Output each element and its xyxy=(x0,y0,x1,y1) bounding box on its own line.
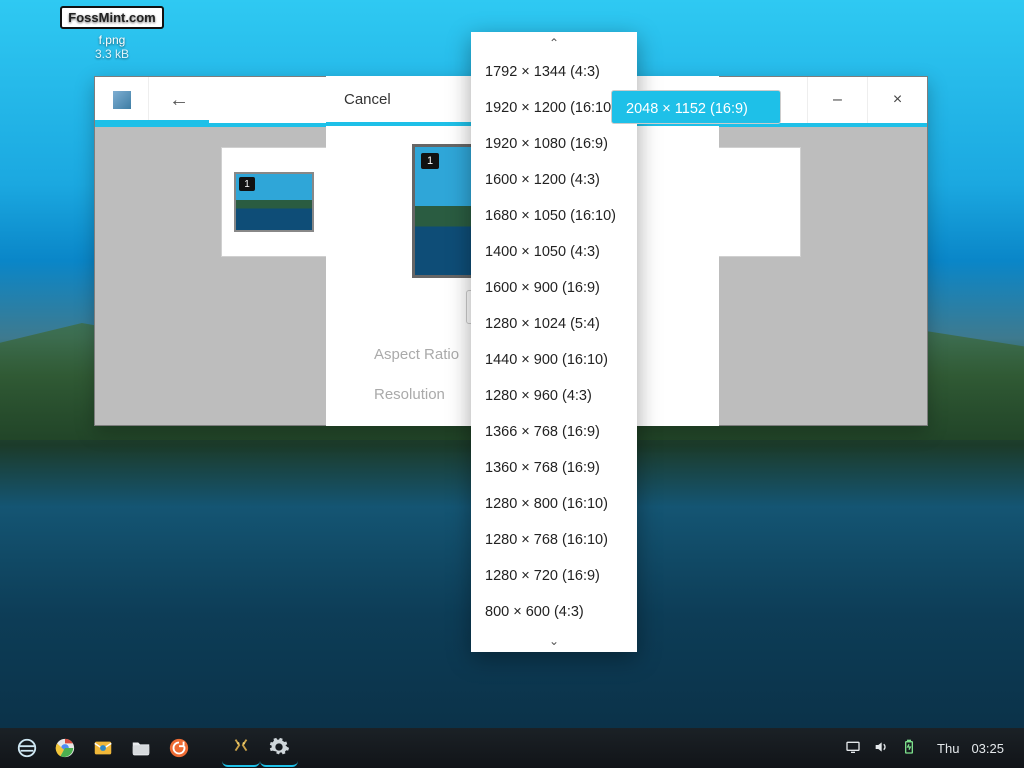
aspect-ratio-label: Aspect Ratio xyxy=(374,346,459,363)
taskbar-app-chrome[interactable] xyxy=(46,729,84,767)
resolution-option[interactable]: 1400 × 1050 (4:3) xyxy=(471,234,637,270)
start-menu-button[interactable] xyxy=(8,729,46,767)
tray-network-icon[interactable] xyxy=(845,739,861,758)
taskbar-app-update[interactable] xyxy=(160,729,198,767)
resolution-dropdown[interactable]: ⌃ 1792 × 1344 (4:3)2048 × 1152 (16:9)192… xyxy=(471,32,637,652)
resolution-option[interactable]: 1680 × 1050 (16:10) xyxy=(471,198,637,234)
resolution-option[interactable]: 1280 × 1024 (5:4) xyxy=(471,306,637,342)
desktop-file-size: 3.3 kB xyxy=(42,47,182,61)
resolution-option[interactable]: 1600 × 1200 (4:3) xyxy=(471,162,637,198)
desktop-file-badge: FossMint.com xyxy=(60,6,163,29)
tray-clock-day[interactable]: Thu xyxy=(937,741,959,756)
display-thumbnail-badge: 1 xyxy=(239,177,255,191)
resolution-option[interactable]: 1366 × 768 (16:9) xyxy=(471,414,637,450)
dropdown-scroll-up[interactable]: ⌃ xyxy=(471,32,637,54)
back-button[interactable]: ← xyxy=(149,77,209,123)
window-app-icon[interactable] xyxy=(95,77,149,123)
tray-battery-icon[interactable] xyxy=(901,739,917,758)
resolution-option[interactable]: 1600 × 900 (16:9) xyxy=(471,270,637,306)
desktop-file-icon[interactable]: FossMint.com f.png 3.3 kB xyxy=(42,6,182,61)
window-minimize-button[interactable]: – xyxy=(807,77,867,123)
taskbar-app-mail[interactable] xyxy=(84,729,122,767)
window-close-button[interactable]: × xyxy=(867,77,927,123)
resolution-option[interactable]: 1792 × 1344 (4:3) xyxy=(471,54,637,90)
taskbar-running-settings[interactable] xyxy=(260,729,298,767)
resolution-option[interactable]: 1360 × 768 (16:9) xyxy=(471,450,637,486)
display-preview-badge: 1 xyxy=(421,153,439,169)
resolution-option[interactable]: 800 × 600 (4:3) xyxy=(471,594,637,630)
resolution-option[interactable]: 1280 × 768 (16:10) xyxy=(471,522,637,558)
display-thumbnail-1[interactable]: 1 xyxy=(234,172,314,232)
taskbar-running-app-1[interactable] xyxy=(222,729,260,767)
resolution-label: Resolution xyxy=(374,386,445,403)
taskbar: Thu 03:25 xyxy=(0,728,1024,768)
system-tray: Thu 03:25 xyxy=(845,739,1016,758)
resolution-option[interactable]: 1280 × 960 (4:3) xyxy=(471,378,637,414)
resolution-option[interactable]: 2048 × 1152 (16:9) xyxy=(611,90,781,124)
tray-clock-time[interactable]: 03:25 xyxy=(971,741,1004,756)
desktop-file-name: f.png xyxy=(42,33,182,47)
dropdown-scroll-down[interactable]: ⌄ xyxy=(471,630,637,652)
taskbar-app-files[interactable] xyxy=(122,729,160,767)
cancel-button[interactable]: Cancel xyxy=(344,91,391,108)
resolution-option[interactable]: 1280 × 720 (16:9) xyxy=(471,558,637,594)
resolution-option[interactable]: 1440 × 900 (16:10) xyxy=(471,342,637,378)
tray-volume-icon[interactable] xyxy=(873,739,889,758)
resolution-option[interactable]: 1280 × 800 (16:10) xyxy=(471,486,637,522)
resolution-option[interactable]: 1920 × 1080 (16:9) xyxy=(471,126,637,162)
